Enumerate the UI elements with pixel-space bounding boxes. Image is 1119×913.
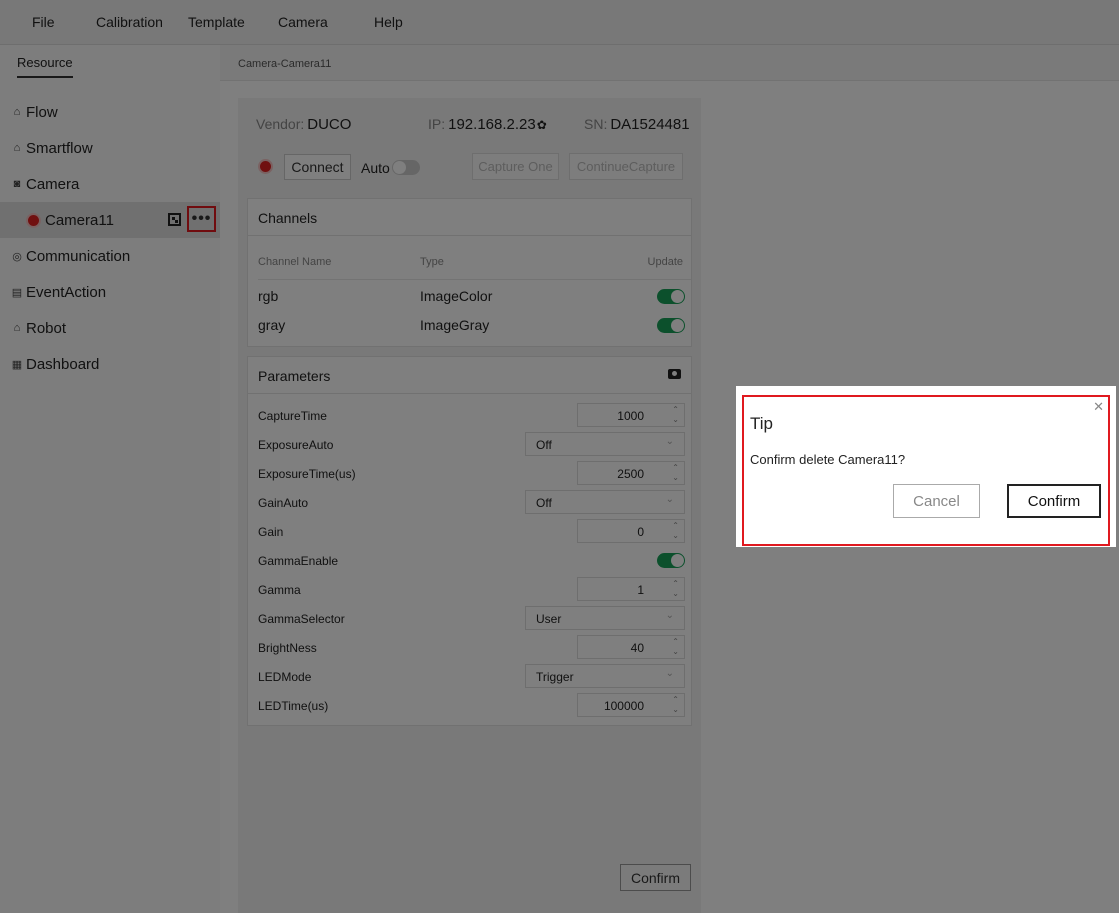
confirm-button[interactable]: Confirm (1007, 484, 1101, 518)
close-icon[interactable]: ✕ (1093, 399, 1104, 415)
dialog-message: Confirm delete Camera11? (750, 452, 906, 467)
delete-confirm-dialog: Tip ✕ Confirm delete Camera11? Cancel Co… (736, 386, 1116, 547)
dialog-highlight (742, 395, 1110, 546)
cancel-button[interactable]: Cancel (893, 484, 980, 518)
dialog-title: Tip (750, 414, 773, 433)
